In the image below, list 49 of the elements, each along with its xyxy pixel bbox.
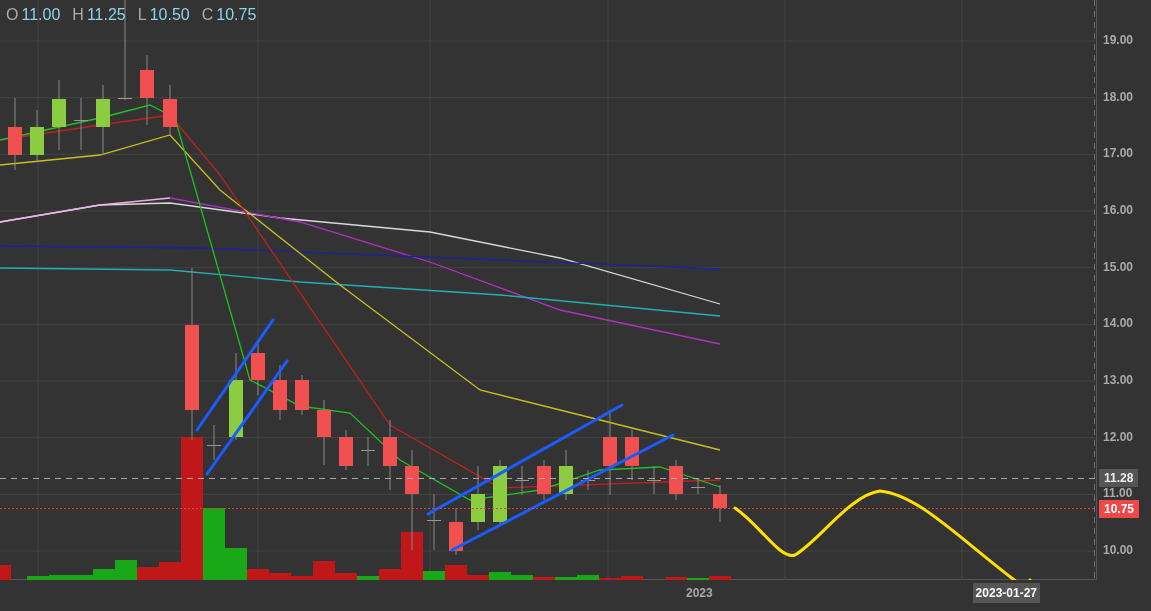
price-tick-label: 14.00 xyxy=(1103,316,1134,331)
candle xyxy=(74,97,88,151)
candle xyxy=(295,374,309,416)
ohlc-value: 10.75 xyxy=(216,6,257,24)
volume-bar xyxy=(0,565,11,580)
candle xyxy=(515,465,529,496)
ohlc-label: L xyxy=(137,6,147,24)
candle xyxy=(471,465,485,531)
candle xyxy=(163,84,177,136)
ohlc-label: O xyxy=(6,6,19,24)
candle xyxy=(339,429,353,471)
candle xyxy=(625,429,639,481)
price-marker-label: 11.28 xyxy=(1099,469,1139,488)
candle xyxy=(361,436,375,467)
time-axis-label: 2023 xyxy=(686,586,713,600)
price-tick-label: 12.00 xyxy=(1103,429,1134,444)
candle xyxy=(96,84,110,156)
price-tick-label: 10.00 xyxy=(1103,543,1134,557)
candle xyxy=(273,364,287,421)
price-tick-label: 13.00 xyxy=(1103,373,1134,387)
price-tick-label: 18.00 xyxy=(1103,89,1134,104)
candle xyxy=(207,424,221,461)
candle xyxy=(669,459,683,501)
price-tick-label: 17.00 xyxy=(1103,146,1134,161)
price-tick-label: 15.00 xyxy=(1103,259,1134,274)
price-tick-label: 19.00 xyxy=(1103,33,1134,47)
candle xyxy=(581,469,595,491)
candle xyxy=(317,399,331,466)
candle xyxy=(140,54,154,126)
cursor-date-label: 2023-01-27 xyxy=(972,583,1040,603)
ohlc-label: C xyxy=(201,6,214,24)
ohlc-label: H xyxy=(72,6,84,24)
ohlc-value: 11.25 xyxy=(86,6,126,24)
candle xyxy=(713,484,727,523)
price-marker-label: 10.75 xyxy=(1099,499,1140,518)
price-tick-label: 11.00 xyxy=(1103,486,1133,501)
candle xyxy=(383,419,397,491)
ohlc-value: 10.50 xyxy=(149,6,190,24)
candle xyxy=(647,465,661,495)
candle xyxy=(52,79,66,151)
candle xyxy=(30,109,44,161)
candle xyxy=(493,459,507,526)
candle xyxy=(537,459,551,501)
price-tick-label: 16.00 xyxy=(1103,203,1134,217)
candle xyxy=(449,507,463,556)
candle xyxy=(427,493,441,551)
ohlc-value: 11.00 xyxy=(21,6,61,24)
candle xyxy=(691,479,705,495)
candle xyxy=(559,449,573,501)
